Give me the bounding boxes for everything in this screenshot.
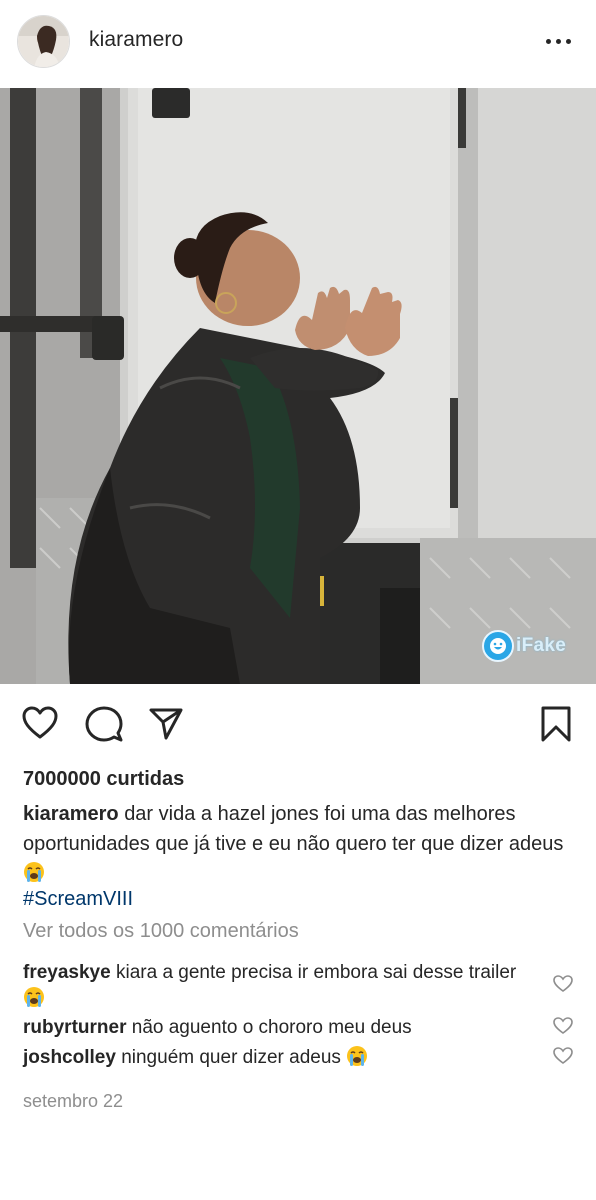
comment-like-heart-icon[interactable] bbox=[553, 1017, 573, 1035]
comment-item: freyaskye kiara a gente precisa ir embor… bbox=[23, 960, 543, 1012]
heart-icon[interactable] bbox=[22, 706, 58, 740]
more-horizontal-icon[interactable] bbox=[542, 30, 574, 52]
post-header: kiaramero bbox=[0, 0, 596, 86]
likes-count[interactable]: 7000000 curtidas bbox=[23, 768, 184, 791]
avatar[interactable] bbox=[17, 15, 70, 68]
watermark: iFake bbox=[482, 630, 566, 662]
comment-like-heart-icon[interactable] bbox=[553, 1047, 573, 1065]
bookmark-icon[interactable] bbox=[539, 705, 573, 743]
comment-username[interactable]: freyaskye bbox=[23, 962, 111, 983]
caption: kiaramero dar vida a hazel jones foi uma… bbox=[23, 800, 573, 889]
post-photo[interactable] bbox=[0, 88, 596, 684]
crying-emoji-icon bbox=[24, 862, 44, 882]
watermark-text: iFake bbox=[516, 635, 567, 656]
comment-text: ninguém quer dizer adeus bbox=[121, 1047, 341, 1068]
comment-username[interactable]: rubyrturner bbox=[23, 1017, 126, 1038]
crying-emoji-icon bbox=[347, 1046, 368, 1066]
hashtag-link[interactable]: #ScreamVIII bbox=[23, 888, 133, 911]
comment-username[interactable]: joshcolley bbox=[23, 1047, 116, 1068]
comment-text: não aguento o chororo meu deus bbox=[131, 1017, 412, 1038]
caption-username[interactable]: kiaramero bbox=[23, 803, 119, 825]
watermark-smiley-icon bbox=[482, 630, 514, 662]
comment-like-heart-icon[interactable] bbox=[553, 975, 573, 993]
post-date: setembro 22 bbox=[23, 1091, 124, 1111]
header-username[interactable]: kiaramero bbox=[89, 28, 183, 52]
crying-emoji-icon bbox=[24, 987, 44, 1007]
view-all-comments-link[interactable]: Ver todos os 1000 comentários bbox=[23, 920, 299, 943]
comment-item: joshcolley ninguém quer dizer adeus bbox=[23, 1045, 543, 1071]
send-icon[interactable] bbox=[148, 707, 184, 741]
comment-text: kiara a gente precisa ir embora sai dess… bbox=[115, 962, 517, 983]
comment-icon[interactable] bbox=[85, 706, 123, 742]
comment-item: rubyrturner não aguento o chororo meu de… bbox=[23, 1015, 543, 1041]
